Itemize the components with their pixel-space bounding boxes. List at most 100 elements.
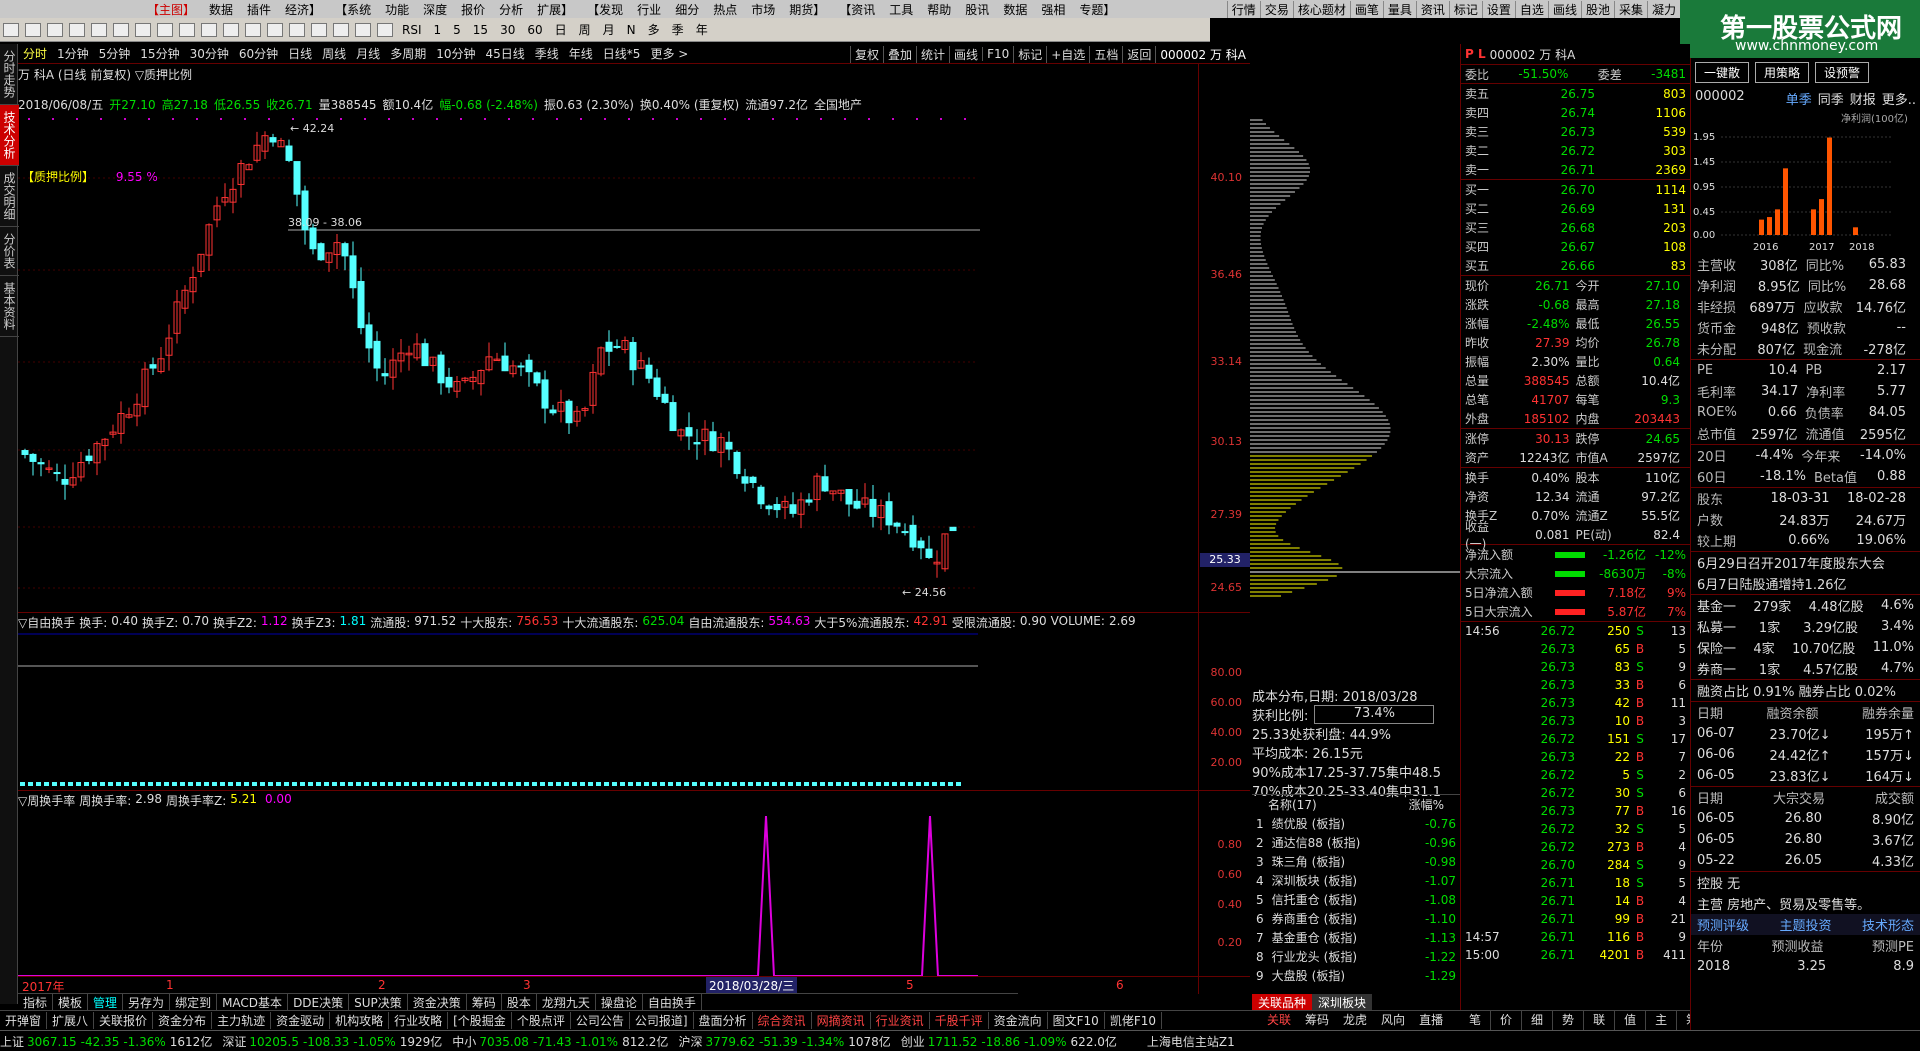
period-tab[interactable]: 多周期 (385, 45, 431, 62)
bottom-tab[interactable]: 综合资讯 (753, 1012, 812, 1029)
menu-right-item[interactable]: 行情 (1226, 0, 1260, 18)
menu-item[interactable]: 【资讯 (832, 1, 882, 18)
toolbar-icon[interactable] (355, 22, 371, 37)
toolbar-button[interactable]: 60 (524, 23, 545, 37)
menu-item[interactable]: 帮助 (920, 1, 958, 18)
toolbar-icon[interactable] (179, 22, 195, 37)
bottom-tab[interactable]: 凯佬F10 (1105, 1012, 1162, 1029)
bottom-tab[interactable]: 资金流向 (989, 1012, 1048, 1029)
bottom-tab[interactable]: 扩展八 (47, 1012, 95, 1029)
toolbar-icon[interactable] (91, 22, 107, 37)
fin-news[interactable]: 6月29日召开2017年度股东大会 (1691, 552, 1920, 573)
indicator-tab[interactable]: DDE决策 (288, 993, 350, 1011)
chart-nav-button[interactable]: +自选 (1046, 45, 1089, 63)
quote-tab[interactable]: 值 (1615, 1011, 1647, 1030)
menu-item[interactable]: 专题】 (1072, 1, 1122, 18)
toolbar-icon[interactable] (267, 22, 283, 37)
chart-nav-button[interactable]: 返回 (1122, 45, 1155, 63)
quote-tab[interactable]: 联 (1584, 1011, 1616, 1030)
toolbar-icon[interactable] (245, 22, 261, 37)
toolbar-icon[interactable] (69, 22, 85, 37)
bottom-tab[interactable]: 网摘资讯 (812, 1012, 871, 1029)
period-tab[interactable]: 60分钟 (234, 45, 283, 62)
fin-button[interactable]: 一键散 (1695, 62, 1750, 83)
chart-nav-button[interactable]: 画线 (949, 45, 982, 63)
menu-item[interactable]: 数据 (996, 1, 1034, 18)
toolbar-button[interactable]: 季 (669, 21, 687, 38)
toolbar-button[interactable]: RSI (399, 23, 425, 37)
toolbar-icon[interactable] (47, 22, 63, 37)
indicator-tab[interactable]: 自由换手 (643, 993, 702, 1011)
related-row[interactable]: 1 绩优股 (板指) -0.76 (1252, 814, 1460, 833)
period-tab[interactable]: 5分钟 (94, 45, 136, 62)
toolbar-button[interactable]: 多 (645, 21, 663, 38)
toolbar-icon[interactable] (135, 22, 151, 37)
menu-right-item[interactable]: 自选 (1514, 0, 1548, 18)
indicator-tab[interactable]: 操盘论 (596, 993, 643, 1011)
fin-bottom-tab[interactable]: 技术形态 (1862, 915, 1914, 934)
related-row[interactable]: 8 行业龙头 (板指) -1.22 (1252, 947, 1460, 966)
fin-news[interactable]: 6月7日陆股通增持1.26亿 (1691, 573, 1920, 594)
quote-tab[interactable]: 笔 (1460, 1011, 1492, 1030)
side-tab[interactable]: 筹码 (1298, 1011, 1336, 1030)
menu-right-item[interactable]: 交易 (1259, 0, 1293, 18)
bottom-tab[interactable]: [个股掘金 (448, 1012, 512, 1029)
period-tab[interactable]: 分时 (18, 45, 52, 62)
quote-tab[interactable]: 价 (1491, 1011, 1523, 1030)
related-row[interactable]: 3 珠三角 (板指) -0.98 (1252, 852, 1460, 871)
toolbar-icon[interactable] (311, 22, 327, 37)
left-tab[interactable]: 成交明细 (0, 166, 19, 227)
period-tab[interactable]: 年线 (564, 45, 598, 62)
bottom-tab[interactable]: 盘面分析 (694, 1012, 753, 1029)
menu-item[interactable]: 股讯 (958, 1, 996, 18)
tab-sz-board[interactable]: 深圳板块 (1312, 994, 1373, 1010)
left-tab[interactable]: 技术分析 (0, 105, 19, 166)
index-quote[interactable]: 中小 7035.08 -71.43 -1.01% 812.2亿 (452, 1033, 668, 1050)
period-tab[interactable]: 30分钟 (185, 45, 234, 62)
side-tab[interactable]: 龙虎 (1336, 1011, 1374, 1030)
quote-tab[interactable]: 势 (1553, 1011, 1585, 1030)
menu-item[interactable]: 深度 (416, 1, 454, 18)
bottom-tab[interactable]: 行业攻略 (389, 1012, 449, 1029)
bottom-tab[interactable]: 资金驱动 (271, 1012, 331, 1029)
menu-item[interactable]: 报价 (454, 1, 492, 18)
fin-tab[interactable]: 更多.. (1882, 89, 1916, 108)
menu-right-item[interactable]: 设置 (1481, 0, 1515, 18)
indicator-tab[interactable]: MACD基本 (217, 993, 289, 1011)
chart-nav-button[interactable]: F10 (982, 47, 1013, 61)
related-row[interactable]: 4 深圳板块 (板指) -1.07 (1252, 871, 1460, 890)
indicator-tab[interactable]: 资金决策 (408, 993, 467, 1011)
menu-item[interactable]: 市场 (744, 1, 782, 18)
menu-item[interactable]: 热点 (706, 1, 744, 18)
bottom-tab[interactable]: 资金分布 (153, 1012, 213, 1029)
indicator-tab[interactable]: 管理 (88, 993, 124, 1011)
related-row[interactable]: 5 信托重仓 (板指) -1.08 (1252, 890, 1460, 909)
candlestick-chart[interactable]: ← 42.24 38.09 - 38.06 ← 24.56 (18, 110, 1198, 610)
bottom-tab[interactable]: 公司公告 (571, 1012, 630, 1029)
toolbar-button[interactable]: 年 (693, 21, 711, 38)
toolbar-icon[interactable] (113, 22, 129, 37)
bottom-tab[interactable]: 个股点评 (512, 1012, 571, 1029)
menu-right-item[interactable]: 资讯 (1415, 0, 1449, 18)
fin-bottom-tab[interactable]: 主题投资 (1779, 915, 1831, 934)
index-quote[interactable]: 创业 1711.52 -18.86 -1.09% 622.0亿 (901, 1033, 1117, 1050)
indicator-tab[interactable]: 筹码 (467, 993, 502, 1011)
fin-button[interactable]: 设预警 (1815, 62, 1870, 83)
tab-related[interactable]: 关联品种 (1252, 994, 1313, 1010)
period-tab[interactable]: 日线*5 (598, 45, 646, 62)
side-tab[interactable]: 关联 (1260, 1011, 1298, 1030)
bottom-tab[interactable]: 公司报道] (630, 1012, 694, 1029)
menu-right-item[interactable]: 凝力 (1646, 0, 1680, 18)
indicator-tab[interactable]: 绑定到 (170, 993, 218, 1011)
period-tab[interactable]: 周线 (317, 45, 351, 62)
side-tab[interactable]: 风向 (1374, 1011, 1412, 1030)
menu-item[interactable]: 强相 (1034, 1, 1072, 18)
quote-tab[interactable]: 主 (1646, 1011, 1678, 1030)
menu-item[interactable]: 分析 (492, 1, 530, 18)
menu-item[interactable]: 功能 (378, 1, 416, 18)
related-row[interactable]: 9 大盘股 (板指) -1.29 (1252, 966, 1460, 985)
menu-right-item[interactable]: 标记 (1448, 0, 1482, 18)
chart-nav-button[interactable]: 五档 (1089, 45, 1122, 63)
indicator-tab[interactable]: 模板 (53, 993, 89, 1011)
period-tab[interactable]: 45日线 (480, 45, 529, 62)
